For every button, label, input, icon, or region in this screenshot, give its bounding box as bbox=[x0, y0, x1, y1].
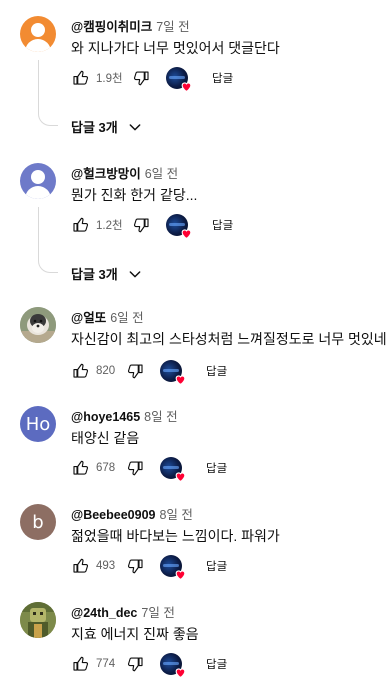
creator-heart-icon bbox=[160, 360, 182, 382]
reply-button[interactable]: 답글 bbox=[206, 656, 227, 672]
like-count: 820 bbox=[96, 365, 116, 377]
chevron-down-icon bbox=[127, 266, 143, 282]
dislike-button[interactable] bbox=[127, 459, 145, 477]
thumb-up-icon[interactable] bbox=[71, 557, 89, 575]
avatar[interactable]: Ho bbox=[20, 406, 56, 442]
comment-author[interactable]: @얼또 bbox=[71, 311, 106, 325]
avatar[interactable] bbox=[20, 307, 56, 343]
comment-author[interactable]: @Beebee0909 bbox=[71, 508, 155, 522]
thumb-down-icon[interactable] bbox=[127, 557, 145, 575]
comment-actions: 678 답글 bbox=[71, 456, 227, 480]
avatar[interactable] bbox=[20, 602, 56, 638]
comment-meta: @24th_dec 7일 전 bbox=[71, 602, 175, 621]
comment-actions: 1.9천 답글 bbox=[71, 66, 233, 90]
dislike-button[interactable] bbox=[127, 362, 145, 380]
reply-button[interactable]: 답글 bbox=[206, 460, 227, 476]
thumb-up-icon[interactable] bbox=[71, 362, 89, 380]
comment-meta: @얼또 6일 전 bbox=[71, 307, 144, 326]
comment-item: @헐크방망이 6일 전 뭔가 진화 한거 같당... 1.2천 답글 답글 3개 bbox=[0, 163, 390, 293]
comment-meta: @헐크방망이 6일 전 bbox=[71, 163, 178, 182]
creator-heart-icon bbox=[166, 214, 188, 236]
comment-text: 와 지나가다 너무 멋있어서 댓글단다 bbox=[71, 40, 280, 56]
comment-time[interactable]: 7일 전 bbox=[156, 20, 189, 34]
like-count: 1.9천 bbox=[96, 73, 123, 85]
comment-item: @얼또 6일 전 자신감이 최고의 스타성처럼 느껴질정도로 너무 멋있네 820… bbox=[0, 307, 390, 387]
thumb-down-icon[interactable] bbox=[133, 216, 151, 234]
comment-time[interactable]: 8일 전 bbox=[159, 508, 192, 522]
thread-line bbox=[38, 60, 58, 126]
comment-item: @캠핑이취미크 7일 전 와 지나가다 너무 멋있어서 댓글단다 1.9천 답글 … bbox=[0, 16, 390, 146]
comment-actions: 774 답글 bbox=[71, 652, 227, 676]
comment-item: b @Beebee0909 8일 전 젊었을때 바다보는 느낌이다. 파워가 49… bbox=[0, 504, 390, 584]
avatar[interactable]: b bbox=[20, 504, 56, 540]
comment-meta: @캠핑이취미크 7일 전 bbox=[71, 16, 190, 35]
thumb-down-icon[interactable] bbox=[127, 362, 145, 380]
reply-button[interactable]: 답글 bbox=[206, 363, 227, 379]
thumb-up-icon[interactable] bbox=[71, 216, 89, 234]
comment-item: Ho @hoye1465 8일 전 태양신 같음 678 답글 bbox=[0, 406, 390, 486]
comment-text: 태양신 같음 bbox=[71, 430, 140, 446]
like-button[interactable]: 1.2천 bbox=[71, 216, 126, 234]
dislike-button[interactable] bbox=[133, 69, 151, 87]
comment-time[interactable]: 6일 전 bbox=[110, 311, 143, 325]
like-button[interactable]: 493 bbox=[71, 557, 120, 575]
like-button[interactable]: 678 bbox=[71, 459, 120, 477]
dislike-button[interactable] bbox=[133, 216, 151, 234]
comment-author[interactable]: @hoye1465 bbox=[71, 410, 140, 424]
like-count: 493 bbox=[96, 560, 116, 572]
thumb-up-icon[interactable] bbox=[71, 459, 89, 477]
thumb-down-icon[interactable] bbox=[127, 459, 145, 477]
like-button[interactable]: 820 bbox=[71, 362, 120, 380]
comment-meta: @Beebee0909 8일 전 bbox=[71, 504, 193, 523]
reply-button[interactable]: 답글 bbox=[212, 217, 233, 233]
comment-author[interactable]: @캠핑이취미크 bbox=[71, 20, 152, 34]
like-count: 678 bbox=[96, 462, 116, 474]
thumb-down-icon[interactable] bbox=[127, 655, 145, 673]
view-replies-button[interactable]: 답글 3개 bbox=[71, 264, 143, 283]
comment-text: 지효 에너지 진짜 좋음 bbox=[71, 626, 199, 642]
thumb-up-icon[interactable] bbox=[71, 69, 89, 87]
replies-count-label: 답글 3개 bbox=[71, 120, 118, 135]
avatar-letter: b bbox=[32, 511, 44, 533]
thumb-up-icon[interactable] bbox=[71, 655, 89, 673]
avatar-letter: Ho bbox=[25, 413, 51, 435]
creator-heart-icon bbox=[160, 457, 182, 479]
comment-author[interactable]: @24th_dec bbox=[71, 606, 137, 620]
like-button[interactable]: 1.9천 bbox=[71, 69, 126, 87]
dislike-button[interactable] bbox=[127, 655, 145, 673]
avatar[interactable] bbox=[20, 163, 56, 199]
comment-meta: @hoye1465 8일 전 bbox=[71, 406, 178, 425]
creator-heart-icon bbox=[160, 555, 182, 577]
reply-button[interactable]: 답글 bbox=[206, 558, 227, 574]
comment-text: 자신감이 최고의 스타성처럼 느껴질정도로 너무 멋있네 bbox=[71, 331, 387, 347]
thread-line bbox=[38, 207, 58, 273]
chevron-down-icon bbox=[127, 119, 143, 135]
thumb-down-icon[interactable] bbox=[133, 69, 151, 87]
comment-time[interactable]: 6일 전 bbox=[145, 167, 178, 181]
view-replies-button[interactable]: 답글 3개 bbox=[71, 117, 143, 136]
replies-count-label: 답글 3개 bbox=[71, 267, 118, 282]
comment-actions: 1.2천 답글 bbox=[71, 213, 233, 237]
like-count: 774 bbox=[96, 658, 116, 670]
comment-item: @24th_dec 7일 전 지효 에너지 진짜 좋음 774 답글 bbox=[0, 602, 390, 682]
comment-time[interactable]: 7일 전 bbox=[141, 606, 174, 620]
comment-author[interactable]: @헐크방망이 bbox=[71, 167, 141, 181]
creator-heart-icon bbox=[160, 653, 182, 675]
creator-heart-icon bbox=[166, 67, 188, 89]
dislike-button[interactable] bbox=[127, 557, 145, 575]
like-count: 1.2천 bbox=[96, 220, 123, 232]
like-button[interactable]: 774 bbox=[71, 655, 120, 673]
comment-actions: 820 답글 bbox=[71, 359, 227, 383]
reply-button[interactable]: 답글 bbox=[212, 70, 233, 86]
comment-text: 젊었을때 바다보는 느낌이다. 파워가 bbox=[71, 528, 280, 544]
comment-text: 뭔가 진화 한거 같당... bbox=[71, 187, 198, 203]
avatar[interactable] bbox=[20, 16, 56, 52]
comment-actions: 493 답글 bbox=[71, 554, 227, 578]
comment-time[interactable]: 8일 전 bbox=[144, 410, 177, 424]
